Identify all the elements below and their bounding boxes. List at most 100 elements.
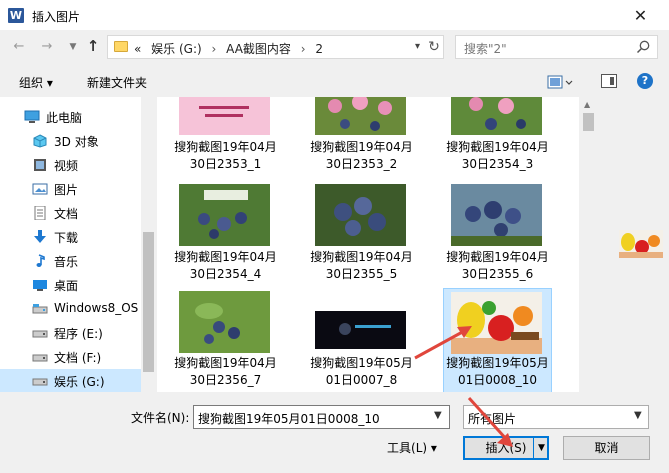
tools-button[interactable]: 工具(L) ▾: [372, 436, 452, 460]
file-name: 搜狗截图19年04月30日2355_5: [310, 250, 413, 281]
file-name: 搜狗截图19年05月01日0008_10: [446, 356, 549, 387]
drive-icon: [32, 378, 48, 386]
download-icon: [34, 230, 46, 243]
address-bar[interactable]: « 娱乐 (G:) › AA截图内容 › 2 ▾ ↻: [107, 35, 444, 59]
file-item-selected[interactable]: 搜狗截图19年05月01日0008_10: [443, 288, 552, 392]
video-icon: [34, 159, 46, 171]
sidebar-item-label: 此电脑: [46, 111, 83, 125]
sidebar-item-drive-f[interactable]: 文档 (F:): [0, 345, 141, 369]
organize-button[interactable]: 组织 ▾: [19, 74, 53, 91]
sidebar-item-label: 文档 (F:): [54, 351, 102, 365]
title-bar: W 插入图片 ✕: [0, 0, 669, 31]
sidebar-item-label: 桌面: [54, 279, 79, 293]
word-app-icon: W: [8, 8, 24, 23]
filename-field[interactable]: 搜狗截图19年05月01日0008_10 ▼: [193, 405, 450, 429]
breadcrumb-separator: ›: [211, 42, 217, 56]
sidebar-item-downloads[interactable]: 下载: [0, 225, 141, 249]
file-item[interactable]: 搜狗截图19年04月30日2354_4: [173, 183, 278, 283]
sidebar-item-label: 娱乐 (G:): [54, 375, 105, 389]
refresh-icon: ↻: [428, 39, 440, 55]
breadcrumb: « 娱乐 (G:) › AA截图内容 › 2: [134, 40, 329, 57]
sidebar-item-drive-e[interactable]: 程序 (E:): [0, 321, 141, 345]
up-button[interactable]: ↑: [84, 37, 102, 55]
insert-options-dropdown[interactable]: ▼: [533, 438, 549, 458]
sidebar-item-desktop[interactable]: 桌面: [0, 273, 141, 297]
refresh-button[interactable]: ↻: [426, 37, 442, 57]
sidebar-item-music[interactable]: 音乐: [0, 249, 141, 273]
breadcrumb-separator: ›: [300, 42, 306, 56]
sidebar-item-label: 音乐: [54, 255, 79, 269]
file-item[interactable]: 搜狗截图19年04月30日2355_5: [309, 183, 414, 283]
chevron-down-icon: ▼: [69, 42, 77, 52]
window-title: 插入图片: [32, 10, 81, 24]
new-folder-button[interactable]: 新建文件夹: [87, 74, 147, 91]
sidebar-item-windows8-os[interactable]: Windows8_OS: [0, 297, 141, 321]
close-icon: ✕: [633, 6, 648, 25]
forward-button[interactable]: →: [38, 38, 56, 56]
file-list: 搜狗截图19年04月30日2353_1 搜狗截图19年04月30日2353_2 …: [157, 97, 598, 392]
preview-pane-icon[interactable]: [601, 74, 617, 88]
drive-icon: [32, 330, 48, 338]
search-input[interactable]: 搜索"2": [464, 40, 507, 57]
file-scrollbar[interactable]: ▲: [579, 97, 598, 392]
filename-label: 文件名(N):: [131, 411, 190, 425]
sidebar-item-label: 视频: [54, 159, 79, 173]
file-item[interactable]: 搜狗截图19年04月30日2356_7: [173, 291, 278, 391]
cancel-button[interactable]: 取消: [563, 436, 650, 460]
image-thumbnail: [315, 184, 406, 246]
scrollbar-thumb[interactable]: [583, 113, 594, 131]
breadcrumb-item[interactable]: AA截图内容: [226, 42, 291, 56]
sidebar-item-pictures[interactable]: 图片: [0, 177, 141, 201]
scrollbar-thumb[interactable]: [143, 232, 154, 372]
image-thumbnail: [315, 311, 406, 349]
file-name: 搜狗截图19年05月01日0007_8: [310, 356, 413, 387]
chevron-down-icon[interactable]: ▼: [434, 410, 442, 421]
recent-locations-button[interactable]: ▼: [64, 38, 82, 56]
image-thumbnail: [179, 184, 270, 246]
sidebar-item-label: 下载: [54, 231, 79, 245]
file-item[interactable]: 搜狗截图19年04月30日2353_2: [309, 97, 414, 173]
search-box[interactable]: 搜索"2": [455, 35, 658, 59]
breadcrumb-item[interactable]: 2: [315, 42, 323, 56]
sidebar-item-label: 图片: [54, 183, 79, 197]
sidebar-item-drive-g[interactable]: 娱乐 (G:): [0, 369, 141, 392]
file-name: 搜狗截图19年04月30日2356_7: [174, 356, 277, 387]
3d-objects-icon: [33, 134, 47, 148]
pictures-icon: [32, 183, 48, 195]
filename-value[interactable]: 搜狗截图19年05月01日0008_10: [198, 410, 380, 427]
file-item[interactable]: 搜狗截图19年04月30日2353_1: [173, 97, 278, 173]
sidebar-item-3d-objects[interactable]: 3D 对象: [0, 129, 141, 153]
view-options-icon[interactable]: [547, 75, 573, 89]
sidebar-item-this-pc[interactable]: 此电脑: [0, 105, 141, 129]
file-name: 搜狗截图19年04月30日2355_6: [446, 250, 549, 281]
sidebar-item-label: 3D 对象: [54, 135, 99, 149]
chevron-down-icon: ▼: [538, 443, 545, 453]
history-marker: «: [134, 42, 142, 56]
nav-scrollbar[interactable]: [141, 97, 155, 392]
help-icon[interactable]: ?: [637, 73, 653, 89]
file-type-select[interactable]: 所有图片 ▼: [463, 405, 649, 429]
chevron-down-icon: ▼: [634, 410, 642, 421]
search-icon: [636, 40, 650, 54]
computer-icon: [24, 110, 40, 123]
image-thumbnail: [451, 184, 542, 246]
file-item[interactable]: 搜狗截图19年05月01日0007_8: [309, 291, 414, 391]
sidebar-item-videos[interactable]: 视频: [0, 153, 141, 177]
breadcrumb-item[interactable]: 娱乐 (G:): [151, 42, 202, 56]
toolbar: 组织 ▾ 新建文件夹 ?: [0, 67, 669, 97]
sidebar-item-label: 文档: [54, 207, 79, 221]
drive-icon: [32, 354, 48, 362]
image-thumbnail: [451, 97, 542, 135]
arrow-up-icon: ↑: [86, 37, 100, 55]
image-thumbnail: [451, 292, 542, 354]
preview-image: [619, 230, 663, 258]
close-button[interactable]: ✕: [612, 0, 669, 31]
back-button[interactable]: ←: [10, 38, 28, 56]
file-item[interactable]: 搜狗截图19年04月30日2355_6: [445, 183, 550, 283]
address-dropdown-button[interactable]: ▾: [410, 38, 424, 56]
sidebar-item-documents[interactable]: 文档: [0, 201, 141, 225]
documents-icon: [34, 206, 46, 220]
arrow-right-icon: →: [41, 39, 53, 54]
navigation-pane: 此电脑 3D 对象 视频 图片 文档 下载 音乐 桌面 Windows8_OS …: [0, 97, 156, 392]
file-item[interactable]: 搜狗截图19年04月30日2354_3: [445, 97, 550, 173]
